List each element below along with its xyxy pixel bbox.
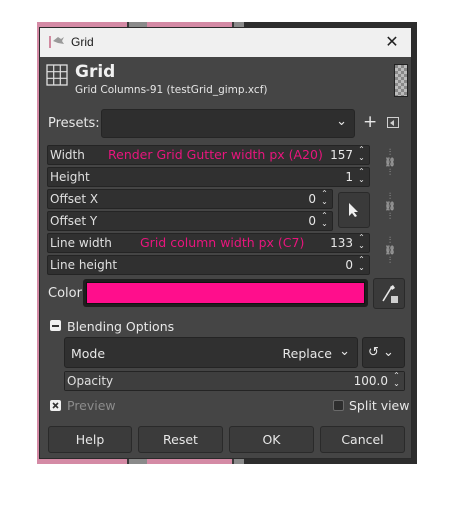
color-label: Color bbox=[48, 286, 82, 301]
split-view-label[interactable]: Split view bbox=[349, 398, 409, 413]
spin-arrows-icon[interactable]: ⌃ ⌄ bbox=[319, 190, 330, 208]
add-preset-button[interactable]: + bbox=[363, 112, 377, 132]
opacity-slider[interactable]: Opacity 100.0 ⌃ ⌄ bbox=[64, 371, 405, 391]
offset-y-spinner[interactable]: Offset Y 0 ⌃ ⌄ bbox=[47, 211, 333, 231]
color-swatch bbox=[86, 282, 365, 304]
offset-x-spinner[interactable]: Offset X 0 ⌃ ⌄ bbox=[47, 189, 333, 209]
height-value[interactable]: 1 bbox=[345, 170, 353, 184]
split-view-checkbox[interactable] bbox=[333, 400, 344, 411]
preview-checkbox[interactable] bbox=[50, 400, 61, 411]
line-height-spinner[interactable]: Line height 0 ⌃ ⌄ bbox=[47, 255, 370, 275]
opacity-label: Opacity bbox=[67, 374, 114, 388]
chevron-down-icon: ⌄ bbox=[339, 344, 350, 359]
color-button[interactable] bbox=[83, 279, 368, 307]
presets-dropdown[interactable]: ⌄ bbox=[101, 109, 355, 138]
grid-dialog: Grid ✕ Grid Grid Columns-91 (testGrid_gi… bbox=[39, 27, 412, 459]
reset-button[interactable]: Reset bbox=[138, 426, 223, 453]
line-width-value[interactable]: 133 bbox=[330, 236, 353, 250]
window-title: Grid bbox=[71, 35, 94, 49]
blending-options-label[interactable]: Blending Options bbox=[67, 319, 174, 334]
composite-mode-button[interactable]: ↺ ⌄ bbox=[362, 337, 405, 368]
help-button[interactable]: Help bbox=[48, 426, 132, 453]
mode-value: Replace bbox=[282, 346, 332, 361]
spin-arrows-icon[interactable]: ⌃ ⌄ bbox=[356, 146, 367, 164]
spin-arrows-icon[interactable]: ⌃ ⌄ bbox=[356, 234, 367, 252]
title-bar[interactable]: Grid ✕ bbox=[40, 28, 411, 57]
offset-x-value[interactable]: 0 bbox=[308, 192, 316, 206]
line-width-label: Line width bbox=[50, 236, 112, 250]
spin-arrows-icon[interactable]: ⌃ ⌄ bbox=[356, 168, 367, 186]
offset-y-label: Offset Y bbox=[50, 214, 98, 228]
line-width-spinner[interactable]: Line width Grid column width px (C7) 133… bbox=[47, 233, 370, 253]
filter-subtitle: Grid Columns-91 (testGrid_gimp.xcf) bbox=[75, 84, 268, 96]
chevron-down-icon: ⌄ bbox=[336, 114, 347, 129]
color-picker-button[interactable] bbox=[373, 278, 405, 309]
pointer-icon bbox=[349, 203, 358, 217]
width-spinner[interactable]: Width Render Grid Gutter width px (A20) … bbox=[47, 145, 370, 165]
spin-arrows-icon[interactable]: ⌃ ⌄ bbox=[391, 372, 402, 390]
ok-button[interactable]: OK bbox=[229, 426, 314, 453]
offset-y-value[interactable]: 0 bbox=[308, 214, 316, 228]
presets-menu-icon[interactable] bbox=[387, 117, 399, 128]
gimp-app-icon bbox=[49, 36, 64, 48]
line-width-annotation: Grid column width px (C7) bbox=[140, 235, 305, 250]
chain-link-icon[interactable]: ⫶ ⛓ ⫶ bbox=[384, 192, 396, 222]
line-height-label: Line height bbox=[50, 258, 118, 272]
width-label: Width bbox=[50, 148, 85, 162]
width-value[interactable]: 157 bbox=[330, 148, 353, 162]
offset-x-label: Offset X bbox=[50, 192, 99, 206]
eyedropper-icon bbox=[382, 285, 398, 303]
collapse-icon[interactable] bbox=[50, 320, 61, 331]
pick-offset-pointer-icon[interactable] bbox=[338, 192, 370, 228]
mode-label: Mode bbox=[71, 346, 106, 361]
spin-arrows-icon[interactable]: ⌃ ⌄ bbox=[356, 256, 367, 274]
opacity-value[interactable]: 100.0 bbox=[354, 374, 388, 388]
grid-icon bbox=[46, 64, 68, 86]
filter-title: Grid bbox=[75, 62, 116, 82]
chain-link-icon[interactable]: ⫶ ⛓ ⫶ bbox=[384, 236, 396, 266]
close-icon[interactable]: ✕ bbox=[381, 31, 403, 53]
height-label: Height bbox=[50, 170, 90, 184]
mode-dropdown[interactable]: Mode Replace ⌄ bbox=[64, 337, 358, 368]
preview-label[interactable]: Preview bbox=[67, 398, 116, 413]
check-x-icon bbox=[52, 402, 59, 409]
height-spinner[interactable]: Height 1 ⌃ ⌄ bbox=[47, 167, 370, 187]
line-height-value[interactable]: 0 bbox=[345, 258, 353, 272]
spin-arrows-icon[interactable]: ⌃ ⌄ bbox=[319, 212, 330, 230]
presets-label: Presets: bbox=[48, 116, 100, 131]
cancel-button[interactable]: Cancel bbox=[320, 426, 405, 453]
chain-link-icon[interactable]: ⫶ ⛓ ⫶ bbox=[384, 148, 396, 178]
checkerboard-icon bbox=[394, 64, 408, 97]
width-annotation: Render Grid Gutter width px (A20) bbox=[108, 147, 323, 162]
